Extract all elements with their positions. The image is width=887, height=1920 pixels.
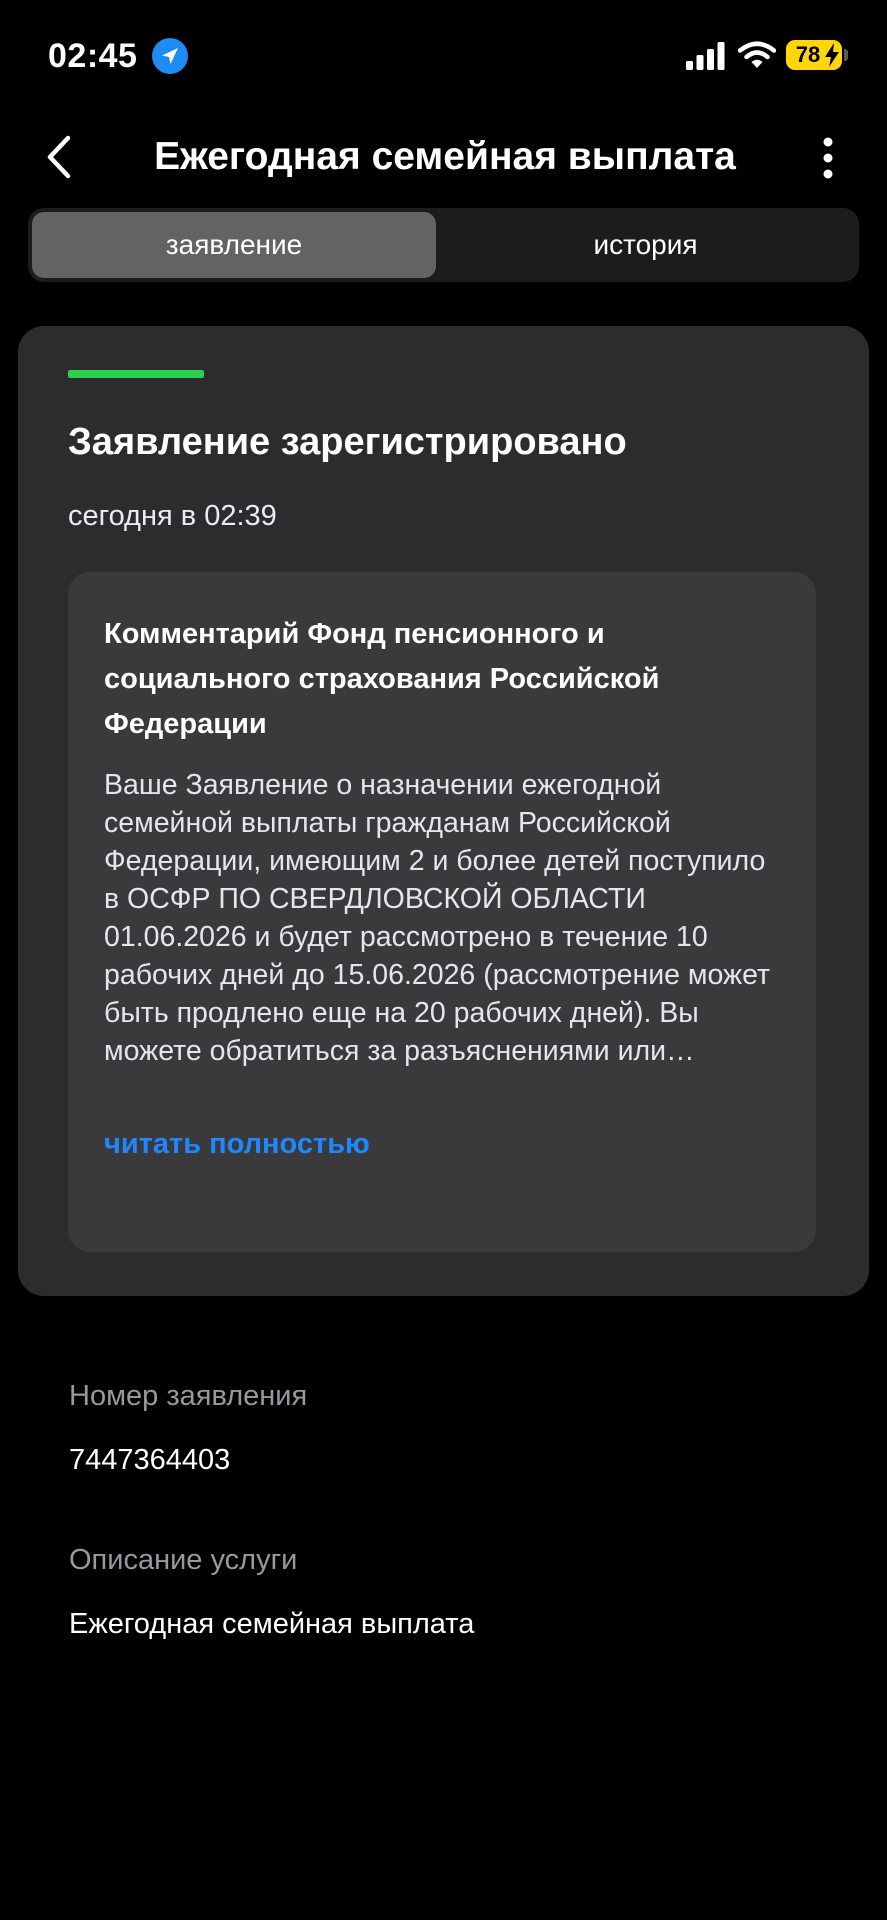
service-description-value: Ежегодная семейная выплата <box>69 1608 475 1640</box>
status-bar: 02:45 78 <box>0 0 887 112</box>
segmented-tabs: заявление история <box>28 208 859 282</box>
more-vertical-icon <box>823 137 833 179</box>
status-date: сегодня в 02:39 <box>68 500 277 532</box>
comment-title: Комментарий Фонд пенсионного и социально… <box>104 618 660 740</box>
chevron-left-icon <box>47 135 71 179</box>
location-arrow-icon <box>152 38 188 74</box>
service-description-label: Описание услуги <box>69 1544 298 1576</box>
wifi-icon <box>737 40 777 70</box>
status-title: Заявление зарегистрировано <box>68 421 627 463</box>
more-options-button[interactable] <box>808 132 848 184</box>
cellular-signal-icon <box>686 42 726 70</box>
battery-charging-icon: 78 <box>786 40 842 70</box>
page-title: Ежегодная семейная выплата <box>154 135 736 178</box>
back-button[interactable] <box>36 128 86 188</box>
read-more-link[interactable]: читать полностью <box>104 1124 370 1164</box>
application-number-label: Номер заявления <box>69 1380 308 1412</box>
battery-cap <box>844 49 848 61</box>
application-number-value: 7447364403 <box>69 1444 231 1476</box>
comment-body: Ваше Заявление о назначении ежегодной се… <box>104 769 771 1067</box>
status-time: 02:45 <box>48 37 138 75</box>
status-card: Заявление зарегистрировано сегодня в 02:… <box>18 326 869 1296</box>
comment-box: Комментарий Фонд пенсионного и социально… <box>68 572 816 1252</box>
status-accent-bar <box>68 370 204 378</box>
tab-application[interactable]: заявление <box>32 212 436 278</box>
tab-history[interactable]: история <box>436 212 855 278</box>
